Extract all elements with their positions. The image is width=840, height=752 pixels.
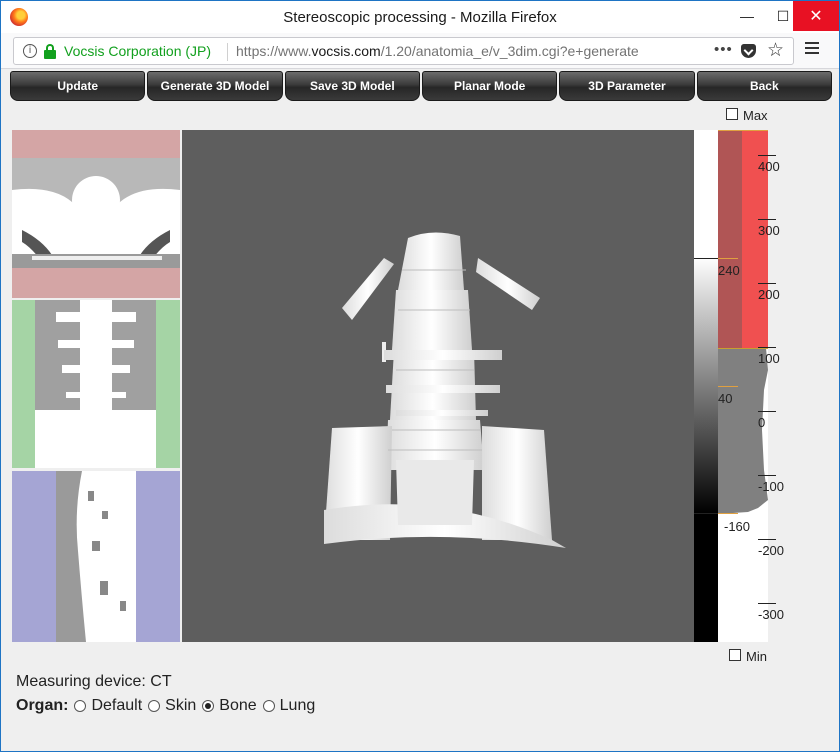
url-path: /1.20/anatomia_e/v_3dim.cgi?e+generate bbox=[380, 43, 639, 59]
sagittal-slice-view[interactable] bbox=[12, 471, 180, 642]
scale-tick bbox=[758, 155, 776, 156]
scale-tick bbox=[758, 347, 776, 348]
back-button[interactable]: Back bbox=[696, 71, 832, 101]
browser-window: Stereoscopic processing - Mozilla Firefo… bbox=[0, 0, 840, 752]
page-content: Update Generate 3D Model Save 3D Model P… bbox=[1, 69, 839, 751]
scale-label-100: 100 bbox=[758, 351, 780, 366]
address-bar[interactable]: i Vocsis Corporation (JP) https://www.vo… bbox=[13, 37, 794, 65]
coronal-slice-view[interactable] bbox=[12, 300, 180, 468]
organ-selector: Organ: Default Skin Bone Lung bbox=[16, 697, 315, 715]
scale-label-200: 200 bbox=[758, 287, 780, 302]
organ-radio-lung[interactable] bbox=[262, 700, 275, 712]
window-level-label: 40 bbox=[718, 391, 733, 406]
info-icon[interactable]: i bbox=[23, 44, 37, 58]
min-label: Min bbox=[746, 649, 767, 664]
scale-label-400: 400 bbox=[758, 159, 780, 174]
scale-label-minus-300: -300 bbox=[758, 607, 785, 622]
url-text[interactable]: https://www.vocsis.com/1.20/anatomia_e/v… bbox=[236, 43, 696, 59]
scale-label-minus-200: -200 bbox=[758, 543, 785, 558]
scale-label-300: 300 bbox=[758, 223, 780, 238]
max-checkbox[interactable] bbox=[726, 108, 738, 120]
generate-3d-model-button[interactable]: Generate 3D Model bbox=[147, 71, 283, 101]
axial-slice-view[interactable] bbox=[12, 130, 180, 298]
planar-mode-button[interactable]: Planar Mode bbox=[421, 71, 558, 101]
organ-option-skin[interactable]: Skin bbox=[165, 697, 196, 715]
scale-tick bbox=[758, 283, 776, 284]
hu-scale: 400 300 200 100 0 -100 -200 -300 bbox=[758, 130, 818, 642]
scale-tick bbox=[758, 603, 776, 604]
action-toolbar: Update Generate 3D Model Save 3D Model P… bbox=[10, 71, 832, 101]
bookmark-star-icon[interactable]: ☆ bbox=[767, 39, 784, 62]
update-button[interactable]: Update bbox=[10, 71, 146, 101]
navigation-bar: i Vocsis Corporation (JP) https://www.vo… bbox=[1, 33, 839, 69]
organ-option-default[interactable]: Default bbox=[91, 697, 142, 715]
url-prefix: https://www. bbox=[236, 43, 312, 59]
save-3d-model-button[interactable]: Save 3D Model bbox=[284, 71, 420, 101]
close-button[interactable]: ✕ bbox=[793, 1, 839, 31]
scale-tick bbox=[758, 539, 776, 540]
min-checkbox[interactable] bbox=[729, 649, 741, 661]
page-actions-icon[interactable]: ••• bbox=[714, 41, 733, 58]
lock-icon[interactable] bbox=[44, 44, 56, 59]
scale-tick bbox=[758, 219, 776, 220]
3d-parameter-button[interactable]: 3D Parameter bbox=[559, 71, 695, 101]
spine-model bbox=[324, 232, 566, 548]
window-upper-label: 240 bbox=[718, 263, 740, 278]
url-domain: vocsis.com bbox=[311, 43, 381, 59]
scale-label-minus-100: -100 bbox=[758, 479, 785, 494]
organ-option-lung[interactable]: Lung bbox=[280, 697, 316, 715]
site-identity[interactable]: Vocsis Corporation (JP) bbox=[64, 43, 211, 59]
organ-option-bone[interactable]: Bone bbox=[219, 697, 256, 715]
scale-label-0: 0 bbox=[758, 415, 766, 430]
pocket-icon[interactable] bbox=[741, 44, 756, 58]
max-label: Max bbox=[743, 108, 768, 123]
organ-radio-bone[interactable] bbox=[202, 700, 215, 712]
hamburger-menu-icon[interactable] bbox=[805, 42, 819, 54]
measuring-device-text: Measuring device: CT bbox=[16, 673, 172, 690]
organ-radio-skin[interactable] bbox=[148, 700, 161, 712]
window-lower-label: -160 bbox=[724, 519, 751, 534]
scale-tick bbox=[758, 475, 776, 476]
scale-tick bbox=[758, 411, 776, 412]
3d-model-view[interactable] bbox=[182, 130, 694, 642]
title-bar: Stereoscopic processing - Mozilla Firefo… bbox=[1, 1, 839, 33]
window-title: Stereoscopic processing - Mozilla Firefo… bbox=[283, 9, 557, 26]
address-divider bbox=[227, 43, 228, 61]
organ-label: Organ: bbox=[16, 697, 69, 714]
organ-radio-default[interactable] bbox=[74, 700, 87, 712]
window-level-gradient bbox=[694, 130, 718, 642]
